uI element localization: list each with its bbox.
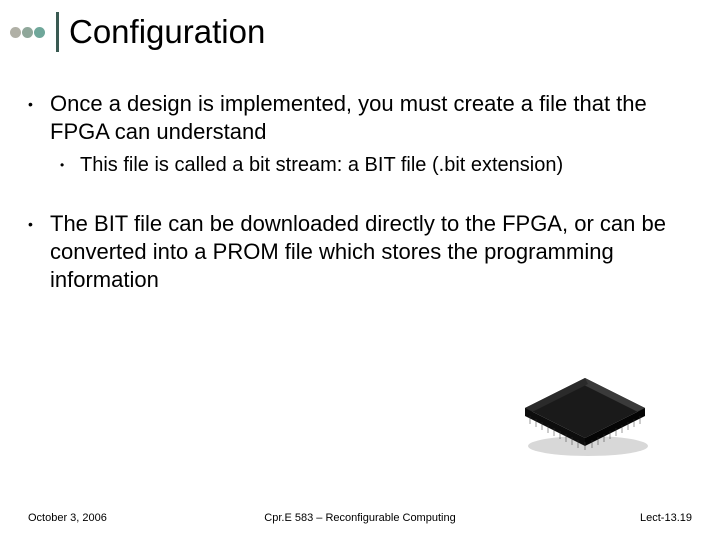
bullet-text: The BIT file can be downloaded directly … (50, 210, 690, 294)
bullet-marker: • (28, 90, 38, 146)
footer-course: Cpr.E 583 – Reconfigurable Computing (28, 512, 692, 524)
header-divider (56, 12, 59, 52)
dot-icon (22, 27, 33, 38)
bullet-level1: • Once a design is implemented, you must… (28, 90, 690, 146)
slide: Configuration • Once a design is impleme… (0, 0, 720, 540)
dot-icon (10, 27, 21, 38)
bullet-level1: • The BIT file can be downloaded directl… (28, 210, 690, 294)
bullet-text: Once a design is implemented, you must c… (50, 90, 690, 146)
slide-header: Configuration (10, 12, 265, 52)
slide-footer: October 3, 2006 Cpr.E 583 – Reconfigurab… (28, 512, 692, 524)
slide-content: • Once a design is implemented, you must… (28, 90, 690, 298)
bullet-marker: • (60, 152, 68, 178)
spacer (28, 182, 690, 210)
header-dots (10, 27, 46, 38)
bullet-text: This file is called a bit stream: a BIT … (80, 152, 563, 178)
slide-title: Configuration (69, 13, 265, 51)
bullet-level2: • This file is called a bit stream: a BI… (60, 152, 690, 178)
chip-image (510, 366, 660, 466)
dot-icon (34, 27, 45, 38)
bullet-marker: • (28, 210, 38, 294)
